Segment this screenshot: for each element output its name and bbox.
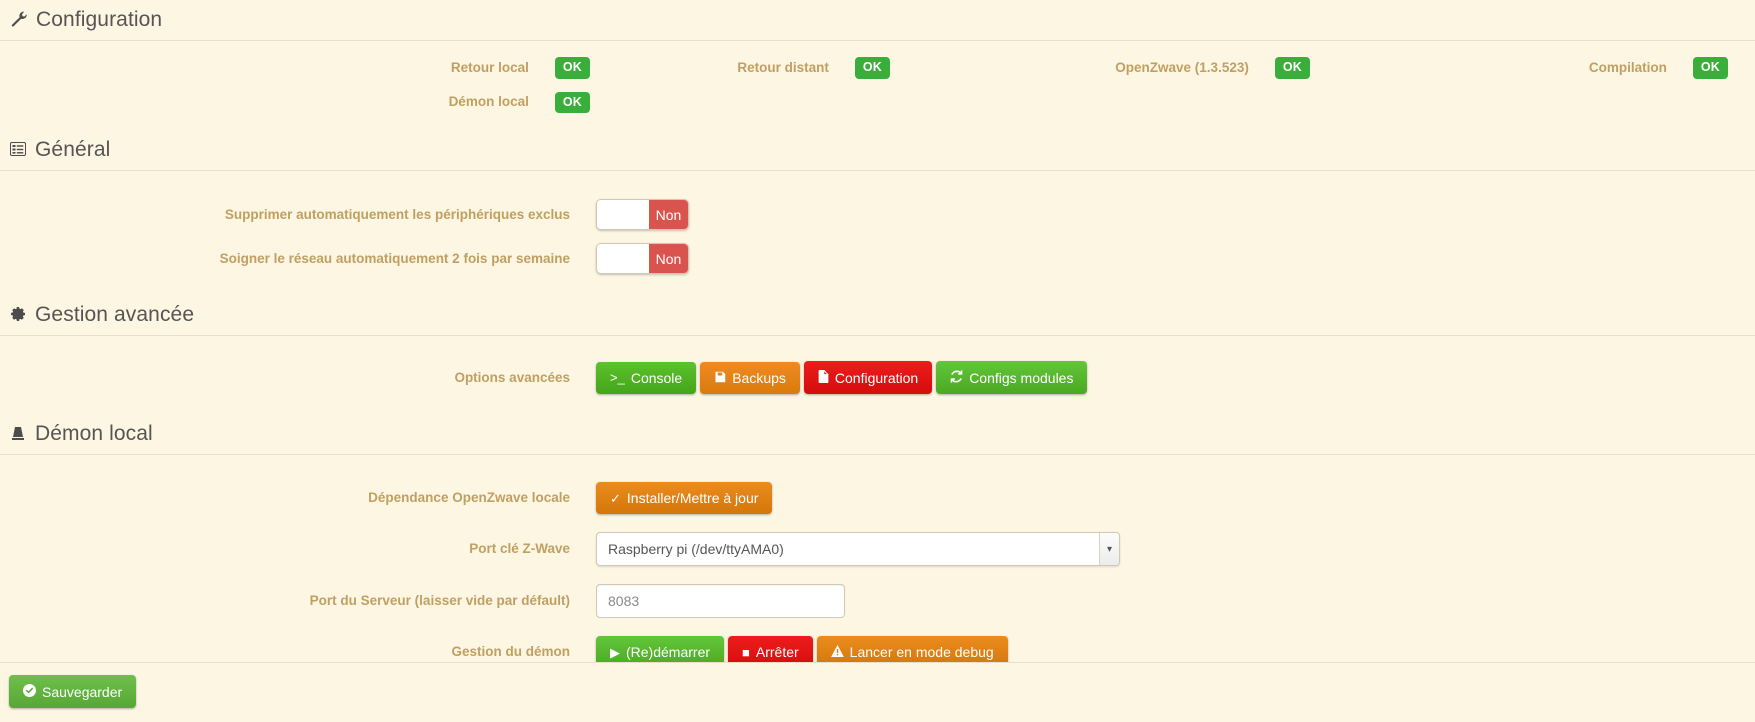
- status-label: Retour distant: [737, 59, 829, 75]
- server-port-input[interactable]: [596, 584, 845, 618]
- toggle-auto-heal-network[interactable]: Non: [596, 243, 689, 274]
- status-badge: OK: [854, 57, 890, 79]
- backups-button-label: Backups: [732, 369, 786, 386]
- advanced-button-group: >_ Console Backups Configuration Configs…: [596, 361, 1088, 394]
- row-auto-remove-excluded: Supprimer automatiquement les périphériq…: [0, 199, 1755, 230]
- page-title: Configuration: [0, 4, 1755, 41]
- configuration-button[interactable]: Configuration: [803, 361, 933, 394]
- row-zwave-port: Port clé Z-Wave Raspberry pi (/dev/ttyAM…: [0, 532, 1755, 566]
- row-control: Non: [596, 243, 689, 274]
- chevron-down-icon[interactable]: ▾: [1099, 533, 1119, 565]
- warning-icon: [830, 645, 844, 659]
- row-control: ✓ Installer/Mettre à jour: [596, 482, 773, 514]
- install-update-button[interactable]: ✓ Installer/Mettre à jour: [596, 482, 773, 514]
- zwave-port-select[interactable]: Raspberry pi (/dev/ttyAMA0) ▾: [596, 532, 1120, 566]
- row-server-port: Port du Serveur (laisser vide par défaul…: [0, 584, 1755, 618]
- row-advanced-options: Options avancées >_ Console Backups Conf…: [0, 361, 1755, 394]
- row-control: Non: [596, 199, 689, 230]
- console-button-label: Console: [630, 369, 683, 386]
- status-label: Démon local: [448, 94, 529, 110]
- status-badge: OK: [554, 91, 590, 113]
- status-label: OpenZwave (1.3.523): [1115, 59, 1249, 75]
- restart-daemon-button-label: (Re)démarrer: [626, 644, 711, 660]
- status-item-retour-local: Retour local OK: [0, 57, 590, 79]
- status-row: Retour local OK Retour distant OK OpenZw…: [0, 41, 1755, 79]
- stop-icon: ■: [742, 644, 750, 660]
- section-general-heading: Général: [0, 134, 1755, 171]
- debug-mode-button-label: Lancer en mode debug: [849, 644, 994, 660]
- refresh-icon: [950, 370, 963, 385]
- list-icon: [10, 141, 26, 160]
- gear-icon: [10, 306, 26, 325]
- wrench-icon: [10, 10, 27, 30]
- section-daemon-heading: Démon local: [0, 418, 1755, 455]
- console-button[interactable]: >_ Console: [596, 361, 697, 394]
- stop-daemon-button-label: Arrêter: [755, 644, 799, 660]
- save-icon: [714, 371, 726, 385]
- footer-bar: Sauvegarder: [0, 662, 1755, 722]
- row-label: Soigner le réseau automatiquement 2 fois…: [219, 250, 570, 266]
- section-advanced-title: Gestion avancée: [35, 303, 195, 326]
- row-control: Raspberry pi (/dev/ttyAMA0) ▾: [596, 532, 1120, 566]
- configuration-page: Configuration Retour local OK Retour dis…: [0, 4, 1755, 722]
- save-button[interactable]: Sauvegarder: [9, 675, 137, 708]
- status-item-demon-local: Démon local OK: [0, 91, 590, 113]
- toggle-state-label: Non: [649, 200, 688, 229]
- toggle-knob: [597, 244, 649, 273]
- row-label: Port du Serveur (laisser vide par défaul…: [309, 593, 570, 609]
- toggle-auto-remove-excluded[interactable]: Non: [596, 199, 689, 230]
- play-icon: ▶: [610, 644, 620, 660]
- section-daemon-title: Démon local: [35, 422, 153, 445]
- toggle-state-label: Non: [649, 244, 688, 273]
- page-title-text: Configuration: [36, 8, 163, 31]
- check-circle-icon: [23, 684, 36, 699]
- terminal-icon: >_: [610, 370, 625, 385]
- zwave-port-selected-value: Raspberry pi (/dev/ttyAMA0): [608, 541, 784, 557]
- status-badge: OK: [554, 57, 590, 79]
- row-label: Supprimer automatiquement les périphériq…: [224, 206, 570, 222]
- toggle-knob: [597, 200, 649, 229]
- row-label: Port clé Z-Wave: [469, 541, 570, 557]
- row-label: Dépendance OpenZwave locale: [368, 490, 570, 506]
- status-item-retour-distant: Retour distant OK: [590, 57, 890, 79]
- status-badge: OK: [1692, 57, 1728, 79]
- row-auto-heal-network: Soigner le réseau automatiquement 2 fois…: [0, 243, 1755, 274]
- status-item-compilation: Compilation OK: [1310, 57, 1742, 79]
- row-label: Options avancées: [454, 369, 570, 385]
- status-label: Compilation: [1588, 59, 1667, 75]
- backups-button[interactable]: Backups: [700, 361, 800, 394]
- status-badge: OK: [1274, 57, 1310, 79]
- install-update-button-label: Installer/Mettre à jour: [626, 490, 759, 506]
- configuration-button-label: Configuration: [834, 369, 919, 386]
- file-icon: [818, 370, 829, 385]
- save-button-label: Sauvegarder: [42, 683, 123, 700]
- section-general-title: Général: [35, 138, 111, 161]
- row-label: Gestion du démon: [451, 644, 570, 660]
- chip-icon: [10, 425, 26, 444]
- section-advanced-heading: Gestion avancée: [0, 299, 1755, 336]
- status-label: Retour local: [450, 59, 529, 75]
- check-icon: ✓: [610, 490, 621, 506]
- status-row-secondary: Démon local OK: [0, 79, 1755, 113]
- row-control: [596, 584, 845, 618]
- configs-modules-button-label: Configs modules: [969, 369, 1074, 386]
- configs-modules-button[interactable]: Configs modules: [936, 361, 1088, 394]
- status-item-openzwave: OpenZwave (1.3.523) OK: [890, 57, 1310, 79]
- row-openzwave-dependency: Dépendance OpenZwave locale ✓ Installer/…: [0, 482, 1755, 514]
